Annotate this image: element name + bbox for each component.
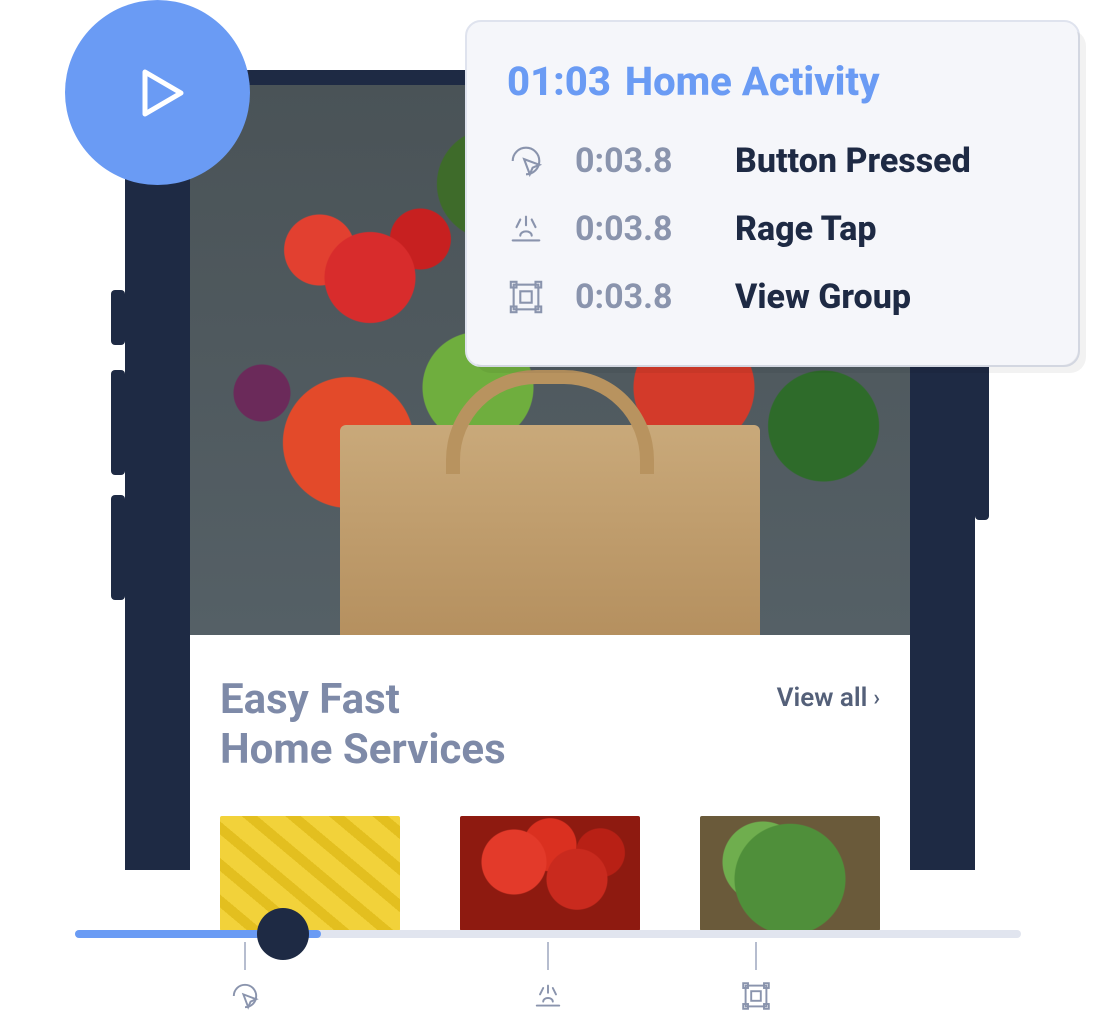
activity-panel: 01:03 Home Activity 0:03.8 Button Presse… (465, 20, 1080, 367)
view-group-icon (507, 278, 545, 316)
device-side-button (111, 495, 125, 600)
product-thumb[interactable] (460, 816, 640, 931)
event-time: 0:03.8 (575, 209, 705, 249)
section-title-line: Easy Fast (220, 675, 400, 724)
grocery-bag-graphic (340, 425, 760, 635)
event-time: 0:03.8 (575, 277, 705, 317)
play-icon (123, 58, 193, 128)
app-content: Easy Fast Home Services View all › (190, 635, 910, 870)
event-label: Rage Tap (735, 209, 876, 249)
section-title: Easy Fast Home Services (220, 675, 506, 776)
product-thumbnails (220, 816, 880, 931)
device-side-button (111, 290, 125, 345)
activity-title-text: Home Activity (625, 58, 880, 105)
marker-tick (547, 942, 549, 970)
timeline-track[interactable] (75, 930, 1021, 938)
device-side-button (975, 360, 989, 520)
product-thumb[interactable] (700, 816, 880, 931)
rage-tap-icon (532, 980, 564, 1012)
marker-tick (755, 942, 757, 970)
timeline-marker[interactable] (532, 942, 564, 1012)
marker-tick (244, 942, 246, 970)
rage-tap-icon (507, 210, 545, 248)
event-time: 0:03.8 (575, 141, 705, 181)
section-header: Easy Fast Home Services View all › (220, 675, 880, 776)
chevron-right-icon: › (873, 686, 880, 711)
event-label: View Group (735, 277, 911, 317)
timeline-markers (75, 942, 1021, 1032)
event-label: Button Pressed (735, 141, 971, 181)
cursor-click-icon (507, 142, 545, 180)
section-title-line: Home Services (220, 725, 506, 774)
device-side-button (111, 370, 125, 475)
cursor-click-icon (229, 980, 261, 1012)
product-thumb[interactable] (220, 816, 400, 931)
activity-timestamp: 01:03 (507, 58, 611, 105)
timeline-marker[interactable] (229, 942, 261, 1012)
play-button[interactable] (65, 0, 250, 185)
timeline (75, 930, 1021, 938)
view-all-link[interactable]: View all › (777, 683, 880, 713)
activity-panel-title: 01:03 Home Activity (507, 58, 1038, 105)
view-all-label: View all (777, 683, 868, 713)
activity-event-row[interactable]: 0:03.8 View Group (507, 263, 1038, 331)
activity-event-row[interactable]: 0:03.8 Rage Tap (507, 195, 1038, 263)
activity-event-row[interactable]: 0:03.8 Button Pressed (507, 127, 1038, 195)
view-group-icon (740, 980, 772, 1012)
timeline-marker[interactable] (740, 942, 772, 1012)
